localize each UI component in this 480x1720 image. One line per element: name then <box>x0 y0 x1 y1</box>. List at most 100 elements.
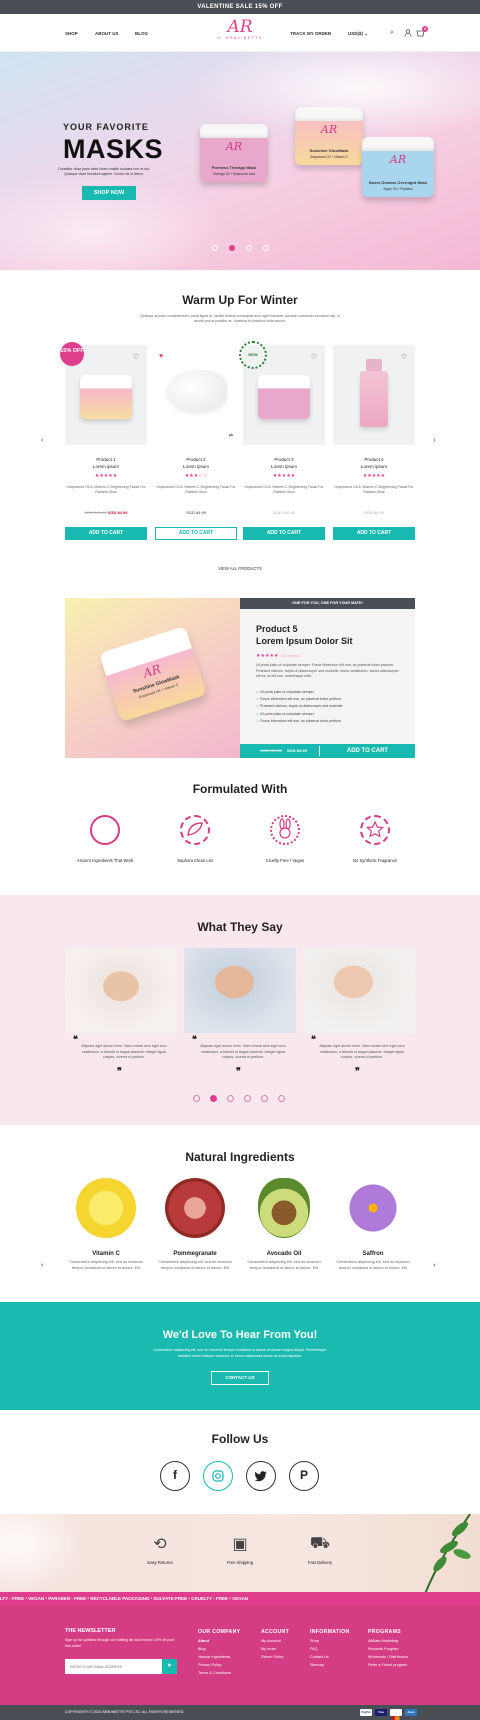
facebook-icon[interactable]: f <box>160 1461 190 1491</box>
rating-stars: ★★★★★ <box>272 473 296 479</box>
footer-link[interactable]: Affiliate Marketing <box>368 1637 408 1645</box>
ingredient-saffron: Saffron Consectetur adipiscing elit, sed… <box>333 1178 413 1271</box>
next-arrow-icon[interactable]: › <box>433 437 435 444</box>
bullet-item: ✓ Ut porta justo ut vulputate semper <box>256 689 406 696</box>
user-icon[interactable] <box>404 29 412 39</box>
footer-link[interactable]: Rewards Program <box>368 1645 408 1653</box>
carousel-dot[interactable] <box>212 245 218 251</box>
sale-price: SGD 84.99 <box>107 510 128 515</box>
nav-shop[interactable]: SHOP <box>65 31 78 36</box>
product-subtitle: Lorem ipsum <box>182 464 209 469</box>
promo-banner[interactable]: VALENTINE SALE 15% OFF <box>0 0 480 14</box>
contact-us-button[interactable]: CONTACT US <box>211 1371 269 1385</box>
product-image[interactable] <box>155 345 237 445</box>
footer-link[interactable]: Blog <box>198 1645 240 1653</box>
product-name[interactable]: Product 3 <box>243 457 325 463</box>
footer-link[interactable]: Contact Us <box>310 1653 350 1661</box>
product-card-3[interactable]: NEW ♡ Product 3 Lorem ipsum ★★★★★ Grapes… <box>239 341 325 540</box>
wishlist-heart-icon[interactable]: ♡ <box>401 353 407 361</box>
carousel-dot[interactable] <box>193 1095 200 1102</box>
product-card-2[interactable]: ♥ ⇄ Product 2 Lorem ipsum ★★★☆☆ Grapesee… <box>155 345 237 540</box>
footer-link[interactable]: Sitemap <box>310 1661 350 1669</box>
view-all-products-link[interactable]: VIEW ALL PRODUCTS <box>0 566 480 571</box>
logo-mark: AR <box>227 17 253 37</box>
prev-arrow-icon[interactable]: ‹ <box>41 1262 43 1269</box>
carousel-dot[interactable] <box>261 1095 268 1102</box>
product-name[interactable]: Product 2 <box>155 457 237 463</box>
carousel-dot[interactable] <box>246 245 252 251</box>
product-name[interactable]: Product 4 <box>333 457 415 463</box>
prev-arrow-icon[interactable]: ‹ <box>41 437 43 444</box>
footer-account: ACCOUNT My Account My order Return Polic… <box>261 1628 289 1661</box>
add-to-cart-button[interactable]: ADD TO CART <box>65 527 147 540</box>
product-name[interactable]: Product 1 <box>65 457 147 463</box>
compare-icon[interactable]: ⇄ <box>229 433 233 439</box>
nav-about[interactable]: ABOUT US <box>95 31 119 36</box>
footer-link[interactable]: About <box>198 1637 240 1645</box>
rating-stars: ★★★☆☆ <box>184 473 208 479</box>
testimonial-card: ❝ Aliquam eget auctor enim. Nam ornare s… <box>303 948 415 1086</box>
contact-section: We'd Love To Hear From You! Consectetur … <box>0 1302 480 1410</box>
footer-link[interactable]: Return Policy <box>261 1653 289 1661</box>
footer-link[interactable]: My Account <box>261 1637 289 1645</box>
perks-banner: ⟲ Easy Returns ▣ Free Shipping ⛟ Fast De… <box>0 1514 480 1592</box>
footer-link[interactable]: Shop <box>310 1637 350 1645</box>
footer-link[interactable]: Natural Ingredients <box>198 1653 240 1661</box>
cart-icon[interactable]: 0 <box>416 26 428 40</box>
next-arrow-icon[interactable]: › <box>433 1262 435 1269</box>
product-card-1[interactable]: 15% OFF ♡ Product 1 Lorem ipsum ★★★★★ Gr… <box>60 342 147 540</box>
add-to-cart-button[interactable]: ADD TO CART <box>333 527 415 540</box>
footer-programs: PROGRAMS Affiliate Marketing Rewards Pro… <box>368 1628 408 1669</box>
carousel-dot[interactable] <box>278 1095 285 1102</box>
footer-link[interactable]: Wholesale / Distribution <box>368 1653 408 1661</box>
add-to-cart-button[interactable]: ADD TO CART <box>155 527 237 540</box>
copyright-bar: COPYRIGHTS © 2023 ARAVINETTE PTE LTD. AL… <box>0 1705 480 1720</box>
instagram-icon[interactable] <box>203 1461 233 1491</box>
nav-blog[interactable]: BLOG <box>135 31 148 36</box>
discount-badge: 15% OFF <box>60 342 84 366</box>
rating-stars: ★★★★★ <box>94 473 118 479</box>
footer-link[interactable]: FAQ <box>310 1645 350 1653</box>
send-button[interactable]: ➤ <box>162 1659 177 1674</box>
pinterest-icon[interactable]: P <box>289 1461 319 1491</box>
carousel-dot[interactable] <box>263 245 269 251</box>
footer-link[interactable]: My order <box>261 1645 289 1653</box>
ingredient-desc: Consectetur adipiscing elit, sed do eius… <box>158 1260 232 1270</box>
nav-track-order[interactable]: TRACK MY ORDER <box>290 31 331 36</box>
footer-link[interactable]: Terms & Conditions <box>198 1669 240 1677</box>
rating-stars: ★★★★★ <box>256 653 279 659</box>
carousel-dot-active[interactable] <box>229 245 235 251</box>
ingredient-name: Avocado Oil <box>266 1251 302 1257</box>
footer-col-title: OUR COMPANY <box>198 1629 241 1635</box>
wishlist-heart-icon[interactable]: ♡ <box>133 353 139 361</box>
footer-link[interactable]: Privacy Policy <box>198 1661 240 1669</box>
truck-icon: ⛟ <box>309 1535 331 1552</box>
add-to-cart-button[interactable]: ADD TO CART <box>243 527 325 540</box>
carousel-dot[interactable] <box>244 1095 251 1102</box>
ingredient-name: Pommegranate <box>173 1251 217 1257</box>
testimonial-text: Aliquam eget auctor enim. Nam ornare sem… <box>81 1044 167 1059</box>
cream-swatch-image <box>167 370 227 412</box>
amex-icon: Amex <box>405 1709 417 1716</box>
carousel-dot[interactable] <box>227 1095 234 1102</box>
newsletter-email-input[interactable] <box>65 1659 162 1674</box>
carousel-dot-active[interactable] <box>210 1095 217 1102</box>
footer-col-title: ACCOUNT <box>261 1629 290 1635</box>
twitter-icon[interactable] <box>246 1461 276 1491</box>
wishlist-heart-filled-icon[interactable]: ♥ <box>159 353 163 360</box>
currency-selector[interactable]: USD($) ⌄ <box>348 31 368 37</box>
formulated-label: Cruelty Free / Vegan <box>265 858 305 863</box>
product-card-4[interactable]: ♡ Product 4 Lorem ipsum ★★★★★ Grapeseed … <box>333 345 415 540</box>
leaf-icon <box>187 822 203 836</box>
jar-lid <box>200 124 268 138</box>
wishlist-heart-icon[interactable]: ♡ <box>311 353 317 361</box>
jar-label: Sweet Dreams Overnight Mask <box>368 180 428 185</box>
shop-now-button[interactable]: SHOP NOW <box>82 186 136 200</box>
review-count[interactable]: 234 reviews <box>280 654 299 658</box>
jar-logo: AR <box>389 153 407 166</box>
spotlight-add-to-cart-button[interactable]: ADD TO CART <box>320 744 415 758</box>
footer-link[interactable]: Refer a Friend program <box>368 1661 408 1669</box>
search-icon[interactable]: ⌕ <box>390 29 394 37</box>
formulated-title: Formulated With <box>192 782 288 796</box>
brand-logo[interactable]: AR D. ARAVINETTE <box>214 18 266 40</box>
